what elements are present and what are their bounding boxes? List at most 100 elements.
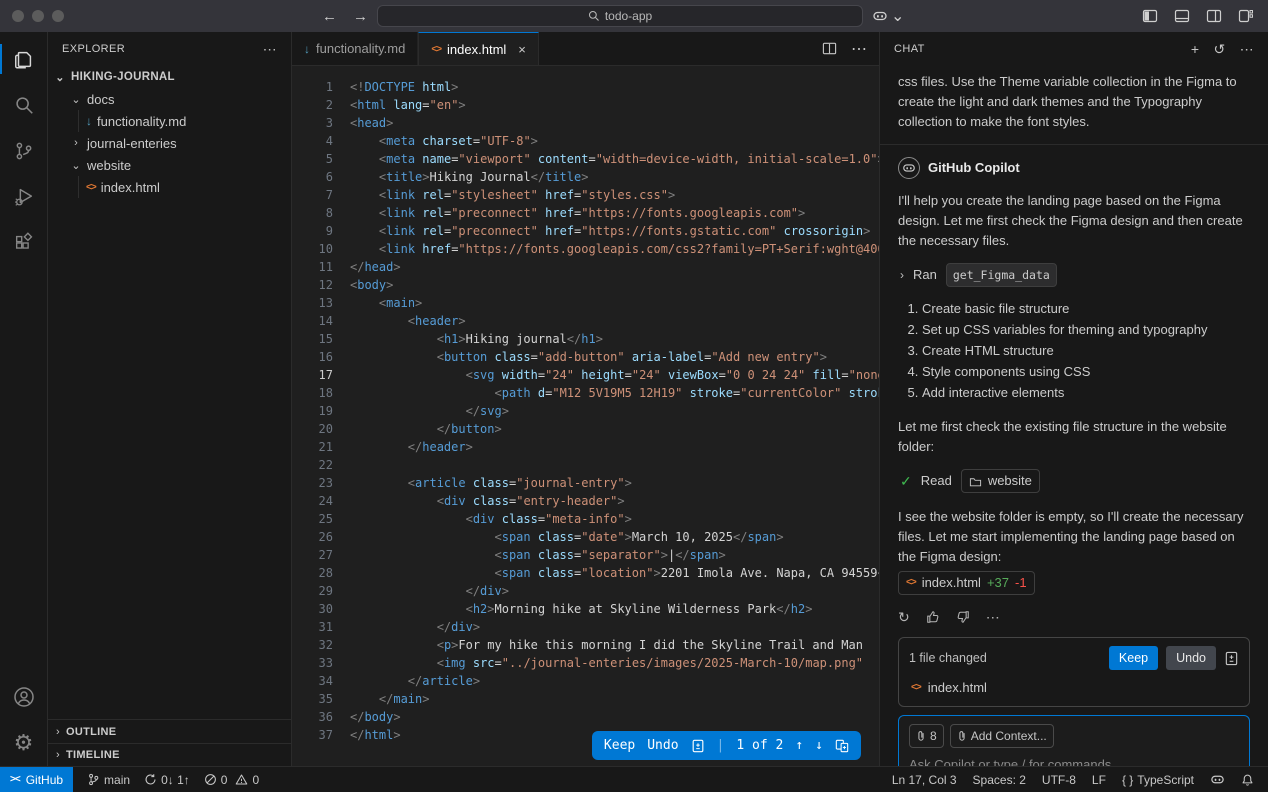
minimize-window-button[interactable] [32,10,44,22]
keep-change-button[interactable]: Keep [604,737,635,755]
tree-item-website[interactable]: ⌄ website [48,154,291,176]
undo-change-button[interactable]: Undo [647,737,678,755]
add-context-button[interactable]: Add Context... [950,724,1054,748]
eol-indicator[interactable]: LF [1092,773,1106,787]
code-editor[interactable]: 1<!DOCTYPE html>2<html lang="en">3<head>… [292,66,879,766]
code-line[interactable]: 14 <header> [292,312,879,330]
new-chat-button[interactable]: + [1191,41,1200,57]
tab-functionality-md[interactable]: ↓ functionality.md [292,32,418,65]
search-activity-button[interactable] [0,82,48,128]
code-line[interactable]: 9 <link rel="preconnect" href="https://f… [292,222,879,240]
copilot-menu-button[interactable]: ⌄ [872,6,904,26]
thumbs-up-button[interactable] [926,610,940,624]
code-line[interactable]: 6 <title>Hiking Journal</title> [292,168,879,186]
code-line[interactable]: 13 <main> [292,294,879,312]
tool-read-row[interactable]: ✓ Read website [900,469,1250,493]
code-line[interactable]: 27 <span class="separator">|</span> [292,546,879,564]
code-line[interactable]: 3<head> [292,114,879,132]
code-line[interactable]: 24 <div class="entry-header"> [292,492,879,510]
code-line[interactable]: 19 </svg> [292,402,879,420]
notifications-bell-icon[interactable] [1241,773,1254,787]
attachments-chip[interactable]: 8 [909,724,944,748]
code-line[interactable]: 15 <h1>Hiking journal</h1> [292,330,879,348]
navigate-forward-button[interactable]: → [353,8,368,25]
view-changes-icon[interactable] [1224,651,1239,666]
tree-item-functionality-md[interactable]: ↓ functionality.md [48,110,291,132]
previous-change-button[interactable]: ↑ [795,737,803,755]
undo-all-button[interactable]: Undo [1166,646,1216,670]
next-change-button[interactable]: ↓ [815,737,823,755]
settings-button[interactable]: ⚙ [0,720,48,766]
close-tab-button[interactable]: × [518,42,526,57]
open-diff-button[interactable] [835,739,849,753]
code-line[interactable]: 4 <meta charset="UTF-8"> [292,132,879,150]
code-line[interactable]: 30 <h2>Morning hike at Skyline Wildernes… [292,600,879,618]
sync-indicator[interactable]: 0↓ 1↑ [144,773,190,787]
copilot-status-icon[interactable] [1210,772,1225,787]
explorer-more-actions-button[interactable]: ⋯ [263,41,277,58]
changed-file-item[interactable]: <> index.html [909,678,1239,698]
code-line[interactable]: 23 <article class="journal-entry"> [292,474,879,492]
code-line[interactable]: 35 </main> [292,690,879,708]
read-target-chip[interactable]: website [961,469,1040,493]
run-debug-activity-button[interactable] [0,174,48,220]
code-line[interactable]: 26 <span class="date">March 10, 2025</sp… [292,528,879,546]
rerun-button[interactable]: ↻ [898,607,910,627]
editor-more-actions-button[interactable]: ⋯ [851,39,867,59]
source-control-activity-button[interactable] [0,128,48,174]
encoding-indicator[interactable]: UTF-8 [1042,773,1076,787]
close-window-button[interactable] [12,10,24,22]
code-line[interactable]: 29 </div> [292,582,879,600]
keep-all-button[interactable]: Keep [1109,646,1158,670]
customize-layout-button[interactable] [1238,8,1254,24]
language-indicator[interactable]: { } TypeScript [1122,773,1194,787]
toggle-primary-sidebar-button[interactable] [1142,8,1158,24]
outline-section-header[interactable]: › OUTLINE [48,720,291,743]
timeline-section-header[interactable]: › TIMELINE [48,743,291,766]
command-center-search[interactable]: todo-app [377,5,863,27]
indentation-indicator[interactable]: Spaces: 2 [973,773,1026,787]
remote-indicator[interactable]: >< GitHub [0,767,73,792]
problems-indicator[interactable]: 0 0 [204,773,259,787]
cursor-position-indicator[interactable]: Ln 17, Col 3 [892,773,957,787]
tree-item-index-html[interactable]: <> index.html [48,176,291,198]
navigate-back-button[interactable]: ← [322,8,337,25]
file-changes-icon[interactable] [691,739,705,753]
chat-history-button[interactable]: ↺ [1213,41,1225,58]
code-line[interactable]: 17 <svg width="24" height="24" viewBox="… [292,366,879,384]
file-chip[interactable]: <> index.html +37 -1 [898,571,1035,595]
code-line[interactable]: 28 <span class="location">2201 Imola Ave… [292,564,879,582]
window-controls[interactable] [12,10,64,22]
code-line[interactable]: 25 <div class="meta-info"> [292,510,879,528]
code-line[interactable]: 16 <button class="add-button" aria-label… [292,348,879,366]
thumbs-down-button[interactable] [956,610,970,624]
message-more-actions-button[interactable]: ⋯ [986,607,1000,627]
explorer-activity-button[interactable] [0,36,48,82]
chat-input-box[interactable]: 8 Add Context... Agent ∨ [898,715,1250,766]
code-line[interactable]: 20 </button> [292,420,879,438]
code-line[interactable]: 22 [292,456,879,474]
code-line[interactable]: 33 <img src="../journal-enteries/images/… [292,654,879,672]
toggle-panel-button[interactable] [1174,8,1190,24]
code-line[interactable]: 5 <meta name="viewport" content="width=d… [292,150,879,168]
code-line[interactable]: 12<body> [292,276,879,294]
code-line[interactable]: 1<!DOCTYPE html> [292,78,879,96]
code-line[interactable]: 32 <p>For my hike this morning I did the… [292,636,879,654]
code-line[interactable]: 10 <link href="https://fonts.googleapis.… [292,240,879,258]
code-line[interactable]: 36</body> [292,708,879,726]
code-line[interactable]: 2<html lang="en"> [292,96,879,114]
extensions-activity-button[interactable] [0,220,48,266]
code-line[interactable]: 7 <link rel="stylesheet" href="styles.cs… [292,186,879,204]
tree-item-journal-enteries[interactable]: › journal-enteries [48,132,291,154]
code-line[interactable]: 18 <path d="M12 5V19M5 12H19" stroke="cu… [292,384,879,402]
chat-message-input[interactable] [909,757,1239,766]
code-line[interactable]: 21 </header> [292,438,879,456]
tab-index-html[interactable]: <> index.html × [418,32,539,65]
split-editor-button[interactable] [822,41,837,56]
zoom-window-button[interactable] [52,10,64,22]
chat-more-actions-button[interactable]: ⋯ [1240,41,1254,58]
code-line[interactable]: 8 <link rel="preconnect" href="https://f… [292,204,879,222]
tree-item-root[interactable]: ⌄ HIKING-JOURNAL [48,66,291,88]
code-line[interactable]: 11</head> [292,258,879,276]
toggle-secondary-sidebar-button[interactable] [1206,8,1222,24]
